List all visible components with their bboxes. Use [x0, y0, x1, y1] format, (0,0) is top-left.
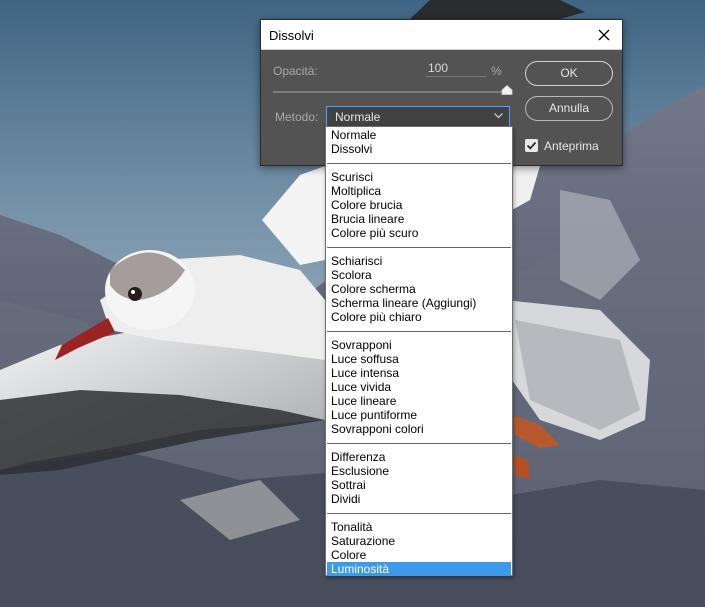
blend-mode-option[interactable]: Colore brucia: [327, 198, 511, 212]
blend-mode-option[interactable]: Schiarisci: [327, 254, 511, 268]
blend-mode-dropdown[interactable]: Normale Dissolvi Scurisci Moltiplica Colore …: [325, 126, 513, 576]
blend-mode-option[interactable]: Luce vivida: [327, 380, 511, 394]
dropdown-separator: [327, 513, 511, 514]
dropdown-separator: [327, 443, 511, 444]
method-label: Metodo:: [275, 110, 319, 124]
close-icon: [598, 29, 610, 41]
blend-mode-option[interactable]: Normale: [327, 128, 511, 142]
opacity-input[interactable]: 100: [426, 61, 486, 77]
dropdown-separator: [327, 331, 511, 332]
blend-mode-option[interactable]: Moltiplica: [327, 184, 511, 198]
opacity-unit: %: [491, 64, 502, 78]
blend-mode-option[interactable]: Luce lineare: [327, 394, 511, 408]
blend-mode-option[interactable]: Sovrapponi: [327, 338, 511, 352]
opacity-slider-track[interactable]: [273, 91, 507, 93]
blend-mode-option[interactable]: Colore scherma: [327, 282, 511, 296]
blend-mode-option[interactable]: Esclusione: [327, 464, 511, 478]
cancel-button[interactable]: Annulla: [525, 96, 613, 121]
opacity-slider-thumb[interactable]: [501, 85, 513, 95]
opacity-label: Opacità:: [273, 64, 318, 78]
blend-mode-option[interactable]: Luce puntiforme: [327, 408, 511, 422]
dropdown-separator: [327, 163, 511, 164]
ok-button[interactable]: OK: [525, 61, 613, 86]
method-select[interactable]: Normale: [326, 106, 510, 127]
blend-mode-option[interactable]: Dissolvi: [327, 142, 511, 156]
blend-mode-option[interactable]: Scurisci: [327, 170, 511, 184]
chevron-down-icon: [494, 113, 503, 119]
preview-checkbox[interactable]: [525, 139, 538, 152]
checkmark-icon: [526, 141, 537, 150]
blend-mode-option[interactable]: Tonalità: [327, 520, 511, 534]
blend-mode-option[interactable]: Luce intensa: [327, 366, 511, 380]
blend-mode-option[interactable]: Scolora: [327, 268, 511, 282]
blend-mode-option[interactable]: Luminosità: [327, 562, 511, 576]
blend-mode-option[interactable]: Colore: [327, 548, 511, 562]
dialog-title: Dissolvi: [269, 28, 314, 43]
dropdown-separator: [327, 247, 511, 248]
blend-mode-option[interactable]: Colore più chiaro: [327, 310, 511, 324]
close-button[interactable]: [586, 20, 622, 50]
method-selected-value: Normale: [335, 110, 381, 124]
blend-mode-option[interactable]: Sovrapponi colori: [327, 422, 511, 436]
blend-mode-option[interactable]: Brucia lineare: [327, 212, 511, 226]
blend-mode-option[interactable]: Sottrai: [327, 478, 511, 492]
blend-mode-option[interactable]: Saturazione: [327, 534, 511, 548]
preview-label: Anteprima: [544, 139, 599, 153]
blend-mode-option[interactable]: Scherma lineare (Aggiungi): [327, 296, 511, 310]
blend-mode-option[interactable]: Differenza: [327, 450, 511, 464]
blend-mode-option[interactable]: Luce soffusa: [327, 352, 511, 366]
blend-mode-option[interactable]: Colore più scuro: [327, 226, 511, 240]
dialog-titlebar[interactable]: Dissolvi: [261, 20, 622, 50]
blend-mode-option[interactable]: Dividi: [327, 492, 511, 506]
